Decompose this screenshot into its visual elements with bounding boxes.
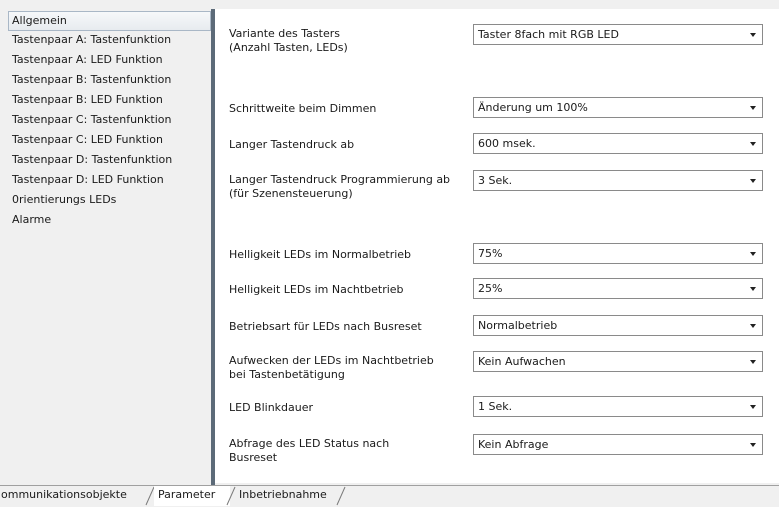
select-value: 600 msek. bbox=[478, 137, 536, 150]
dropdown-arrow-icon[interactable] bbox=[750, 360, 756, 364]
select-value: Änderung um 100% bbox=[478, 101, 588, 114]
param-label-line: Variante des Tasters bbox=[229, 27, 340, 40]
abfrage-led-status-select[interactable]: Kein Abfrage bbox=[473, 434, 763, 455]
dropdown-arrow-icon[interactable] bbox=[750, 179, 756, 183]
parameter-window: Allgemein Tastenpaar A: Tastenfunktion T… bbox=[0, 0, 779, 507]
param-label-line: LED Blinkdauer bbox=[229, 401, 314, 414]
sidebar-item-tastenpaar-b-led-funktion[interactable]: Tastenpaar B: LED Funktion bbox=[0, 91, 211, 111]
select-value: 75% bbox=[478, 247, 503, 260]
param-label-line: Abfrage des LED Status nach bbox=[229, 437, 390, 450]
dropdown-arrow-icon[interactable] bbox=[750, 106, 756, 110]
sidebar-item-tastenpaar-a-tastenfunktion[interactable]: Tastenpaar A: Tastenfunktion bbox=[0, 31, 211, 51]
param-label: Variante des Tasters (Anzahl Tasten, LED… bbox=[229, 27, 479, 55]
tab-kommunikationsobjekte[interactable]: ommunikationsobjekte bbox=[0, 486, 146, 506]
sidebar-item-tastenpaar-b-tastenfunktion[interactable]: Tastenpaar B: Tastenfunktion bbox=[0, 71, 211, 91]
param-label: Helligkeit LEDs im Normalbetrieb bbox=[229, 248, 479, 262]
param-label-line: (für Szenensteuerung) bbox=[229, 187, 353, 200]
sidebar-item-tastenpaar-c-led-funktion[interactable]: Tastenpaar C: LED Funktion bbox=[0, 131, 211, 151]
sidebar-item-orientierungs-leds[interactable]: 0rientierungs LEDs bbox=[0, 191, 211, 211]
dropdown-arrow-icon[interactable] bbox=[750, 405, 756, 409]
sidebar-item-allgemein[interactable]: Allgemein bbox=[8, 11, 211, 31]
sidebar-item-alarme[interactable]: Alarme bbox=[0, 211, 211, 231]
select-value: 25% bbox=[478, 282, 503, 295]
select-value: Kein Aufwachen bbox=[478, 355, 566, 368]
tab-separator bbox=[336, 486, 346, 506]
param-label: Abfrage des LED Status nach Busreset bbox=[229, 437, 479, 465]
param-label-line: (Anzahl Tasten, LEDs) bbox=[229, 41, 348, 54]
aufwecken-select[interactable]: Kein Aufwachen bbox=[473, 351, 763, 372]
param-label-line: Langer Tastendruck Programmierung ab bbox=[229, 173, 451, 186]
langer-tastendruck-programmierung-select[interactable]: 3 Sek. bbox=[473, 170, 763, 191]
dropdown-arrow-icon[interactable] bbox=[750, 443, 756, 447]
bottom-tab-bar: ommunikationsobjekte Parameter Inbetrieb… bbox=[0, 485, 779, 507]
param-label: Langer Tastendruck Programmierung ab (fü… bbox=[229, 173, 479, 201]
select-value: Kein Abfrage bbox=[478, 438, 549, 451]
param-label-line: bei Tastenbetätigung bbox=[229, 368, 345, 381]
select-value: 3 Sek. bbox=[478, 174, 513, 187]
dropdown-arrow-icon[interactable] bbox=[750, 33, 756, 37]
tab-separator bbox=[226, 486, 236, 506]
select-value: Taster 8fach mit RGB LED bbox=[478, 28, 619, 41]
helligkeit-nacht-select[interactable]: 25% bbox=[473, 278, 763, 299]
param-label-line: Schrittweite beim Dimmen bbox=[229, 102, 377, 115]
sidebar-item-tastenpaar-c-tastenfunktion[interactable]: Tastenpaar C: Tastenfunktion bbox=[0, 111, 211, 131]
sidebar-item-tastenpaar-d-tastenfunktion[interactable]: Tastenpaar D: Tastenfunktion bbox=[0, 151, 211, 171]
param-label-line: Busreset bbox=[229, 451, 278, 464]
led-blinkdauer-select[interactable]: 1 Sek. bbox=[473, 396, 763, 417]
sidebar-nav: Allgemein Tastenpaar A: Tastenfunktion T… bbox=[0, 9, 211, 483]
param-label: Aufwecken der LEDs im Nachtbetrieb bei T… bbox=[229, 354, 479, 382]
tab-inbetriebnahme[interactable]: Inbetriebnahme bbox=[239, 486, 334, 506]
param-label-line: Langer Tastendruck ab bbox=[229, 138, 355, 151]
param-label-line: Helligkeit LEDs im Nachtbetrieb bbox=[229, 283, 404, 296]
helligkeit-normal-select[interactable]: 75% bbox=[473, 243, 763, 264]
betriebsart-select[interactable]: Normalbetrieb bbox=[473, 315, 763, 336]
select-value: 1 Sek. bbox=[478, 400, 513, 413]
param-label: Langer Tastendruck ab bbox=[229, 138, 479, 152]
param-label: Schrittweite beim Dimmen bbox=[229, 102, 479, 116]
sidebar-item-tastenpaar-a-led-funktion[interactable]: Tastenpaar A: LED Funktion bbox=[0, 51, 211, 71]
tab-parameter[interactable]: Parameter bbox=[154, 486, 230, 506]
dropdown-arrow-icon[interactable] bbox=[750, 324, 756, 328]
dropdown-arrow-icon[interactable] bbox=[750, 142, 756, 146]
langer-tastendruck-select[interactable]: 600 msek. bbox=[473, 133, 763, 154]
sidebar-item-tastenpaar-d-led-funktion[interactable]: Tastenpaar D: LED Funktion bbox=[0, 171, 211, 191]
param-label-line: Betriebsart für LEDs nach Busreset bbox=[229, 320, 422, 333]
dropdown-arrow-icon[interactable] bbox=[750, 287, 756, 291]
param-label-line: Helligkeit LEDs im Normalbetrieb bbox=[229, 248, 412, 261]
parameter-panel: Variante des Tasters (Anzahl Tasten, LED… bbox=[215, 9, 779, 483]
param-label: LED Blinkdauer bbox=[229, 401, 479, 415]
select-value: Normalbetrieb bbox=[478, 319, 558, 332]
param-label: Helligkeit LEDs im Nachtbetrieb bbox=[229, 283, 479, 297]
param-label: Betriebsart für LEDs nach Busreset bbox=[229, 320, 479, 334]
schrittweite-select[interactable]: Änderung um 100% bbox=[473, 97, 763, 118]
param-label-line: Aufwecken der LEDs im Nachtbetrieb bbox=[229, 354, 434, 367]
dropdown-arrow-icon[interactable] bbox=[750, 252, 756, 256]
variante-select[interactable]: Taster 8fach mit RGB LED bbox=[473, 24, 763, 45]
